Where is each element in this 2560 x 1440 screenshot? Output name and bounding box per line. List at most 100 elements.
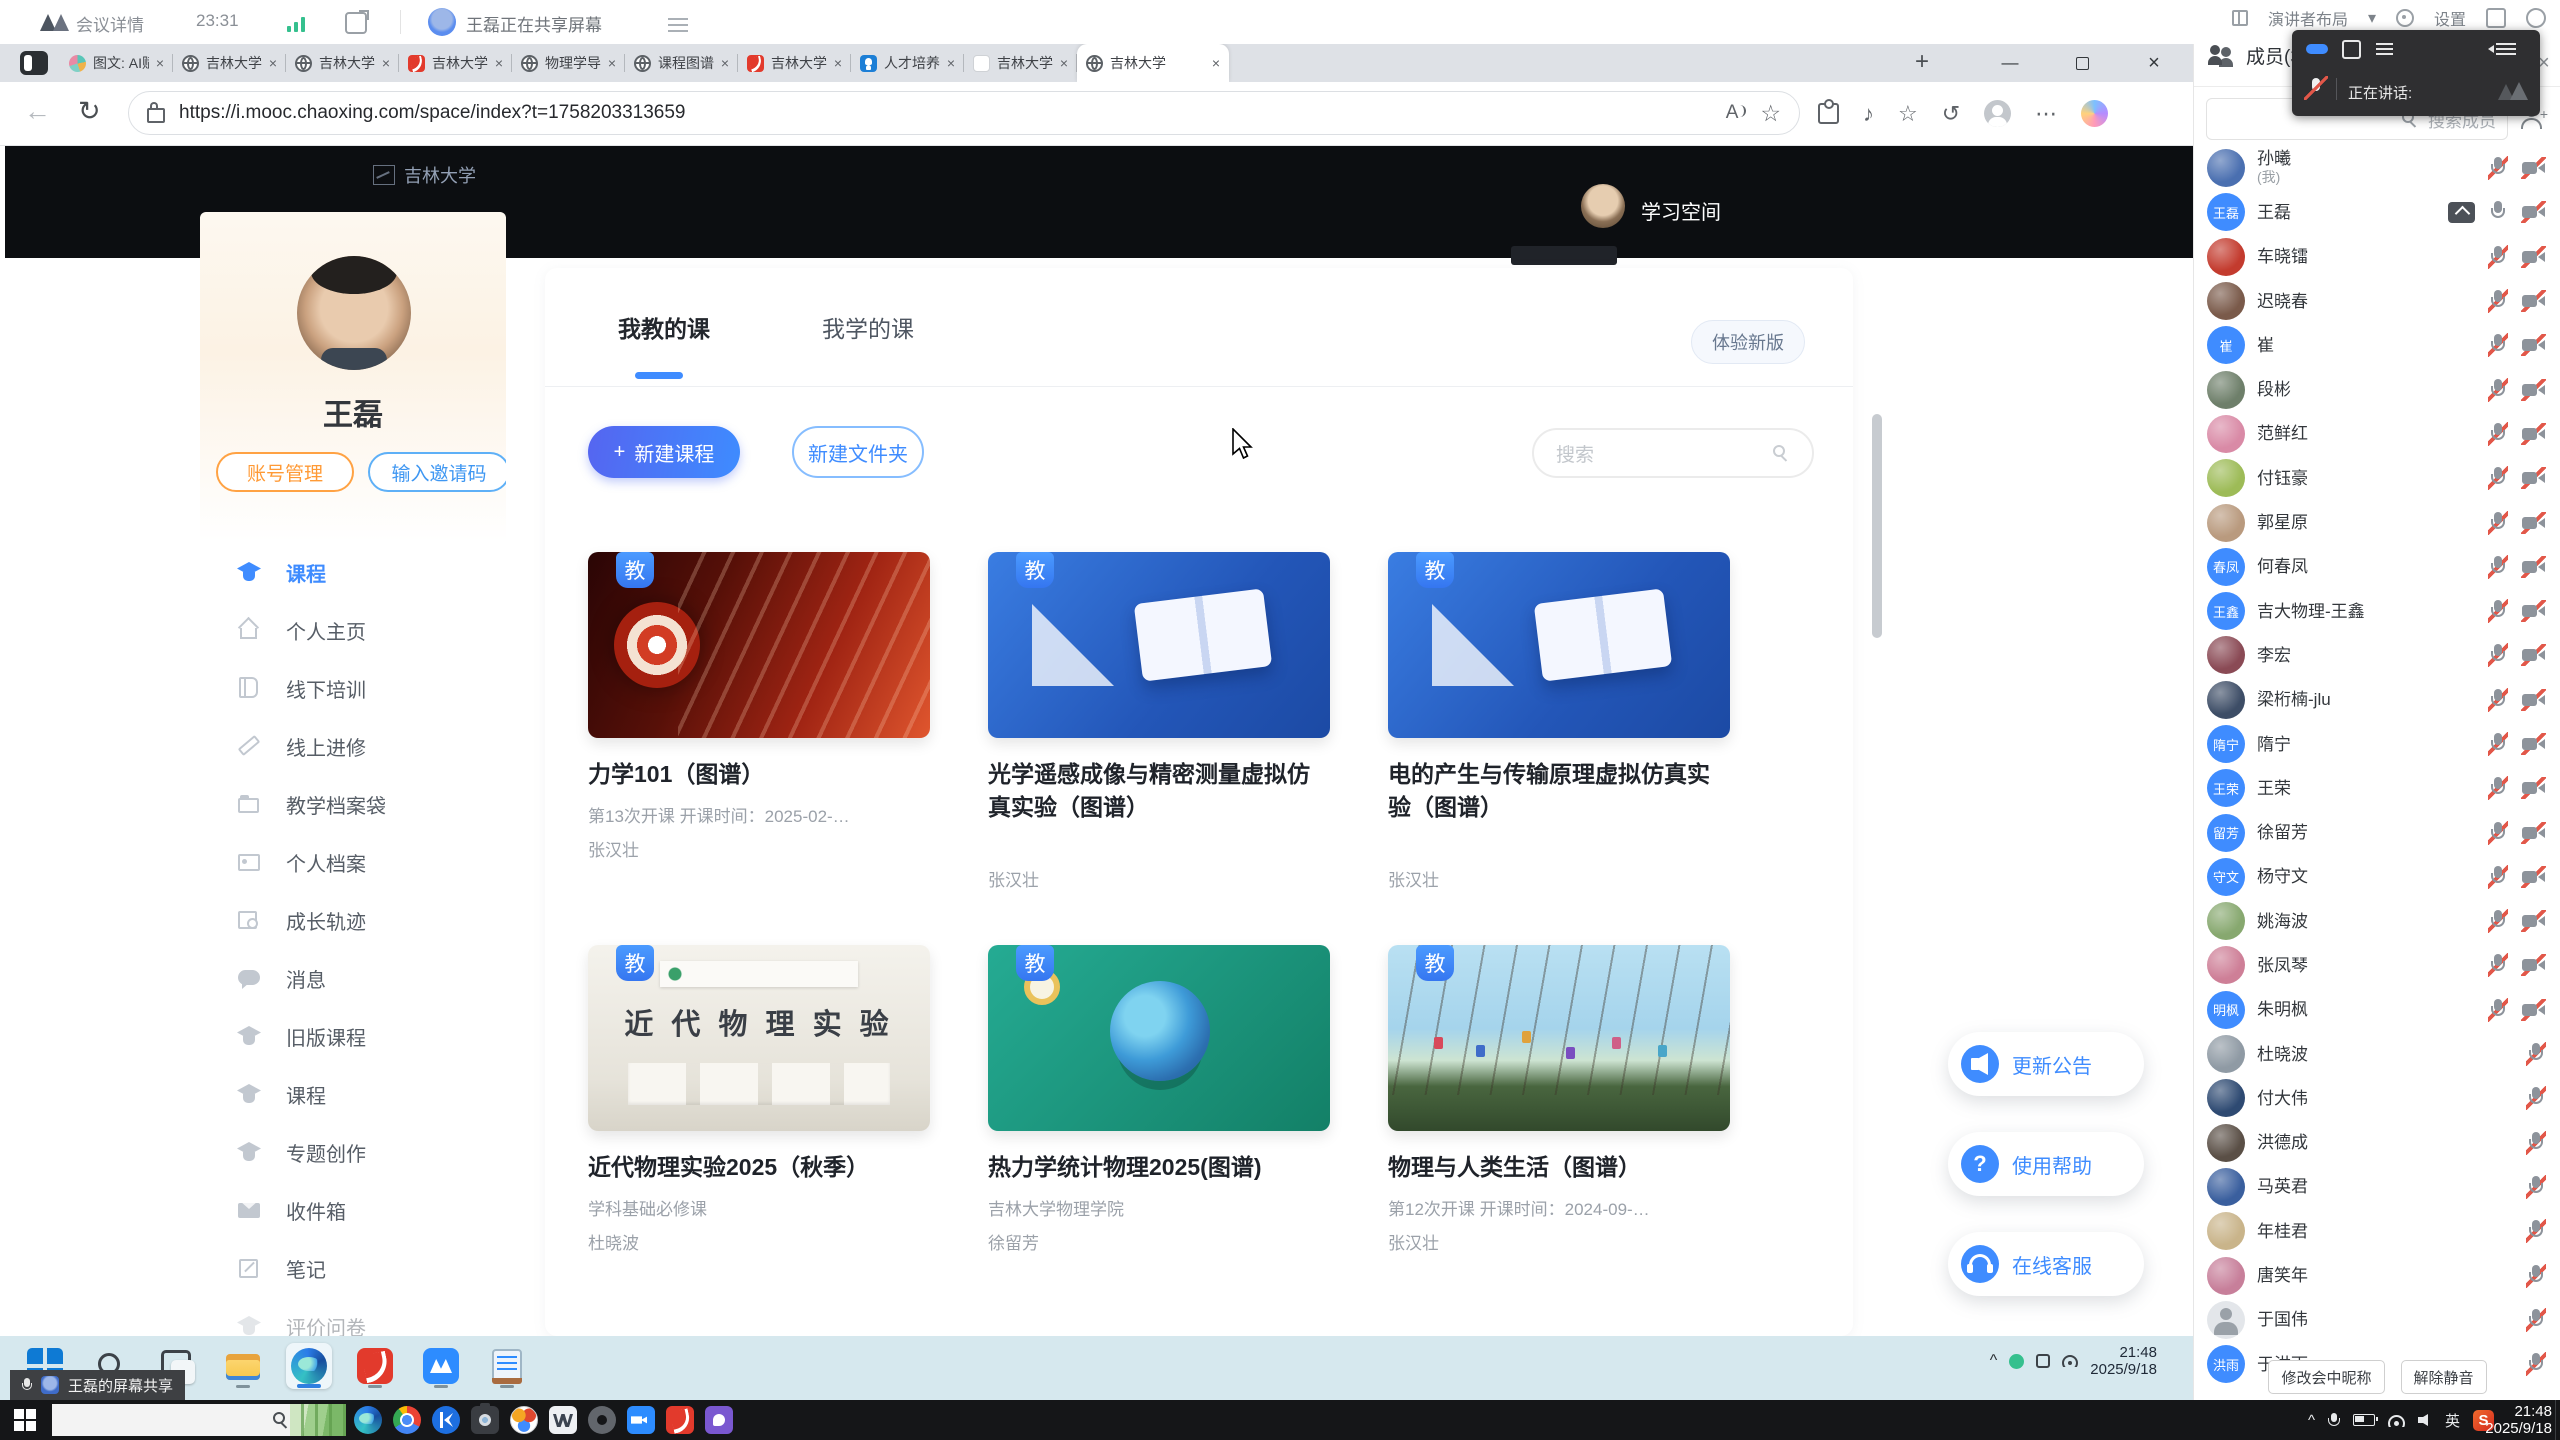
new-course-button[interactable]: + 新建课程 (588, 426, 740, 478)
read-aloud-icon[interactable]: A (1726, 102, 1747, 124)
sidebar-menu-item[interactable]: 消息 (200, 949, 506, 1007)
member-row[interactable]: 迟晓春 (2194, 279, 2560, 323)
member-row[interactable]: 王鑫 吉大物理-王鑫 (2194, 589, 2560, 633)
tray-expand-icon[interactable]: ^ (1990, 1352, 1998, 1370)
taskbar-app-icon[interactable] (393, 1406, 421, 1434)
taskbar-app-icon[interactable] (432, 1406, 460, 1434)
extensions-icon[interactable] (1818, 103, 1839, 124)
mic-muted-icon[interactable] (2488, 466, 2508, 490)
camera-muted-icon[interactable] (2521, 157, 2546, 179)
tab-close-icon[interactable]: × (608, 55, 616, 71)
user-avatar-small[interactable] (1581, 184, 1625, 228)
start-button-icon[interactable] (14, 1409, 36, 1431)
taskbar-app-icon[interactable] (471, 1406, 499, 1434)
camera-muted-icon[interactable] (2521, 954, 2546, 976)
member-row[interactable]: 姚海波 (2194, 899, 2560, 943)
sidebar-menu-item[interactable]: 个人主页 (200, 601, 506, 659)
mic-muted-icon[interactable] (2526, 1042, 2546, 1066)
browser-tab[interactable]: 图文: AI赋能 × (60, 44, 173, 82)
member-row[interactable]: 唐笑年 (2194, 1253, 2560, 1297)
browser-tab[interactable]: 吉林大学物理 × (399, 44, 512, 82)
taskbar-app-button[interactable] (352, 1343, 398, 1389)
course-cover-image[interactable]: 教 (1388, 945, 1730, 1131)
camera-muted-icon[interactable] (2521, 866, 2546, 888)
mic-muted-icon[interactable] (2488, 289, 2508, 313)
list-view-icon[interactable] (2376, 40, 2393, 55)
mic-muted-icon[interactable] (2488, 599, 2508, 623)
minimize-panel-icon[interactable] (2306, 44, 2328, 54)
media-icon[interactable]: ♪ (1863, 101, 1874, 127)
mic-muted-icon[interactable] (2488, 865, 2508, 889)
browser-tab[interactable]: 物理学导论 × (512, 44, 625, 82)
minimize-button[interactable]: — (1974, 44, 2046, 82)
copilot-icon[interactable] (2081, 100, 2108, 127)
sidebar-menu-item[interactable]: 线上进修 (200, 717, 506, 775)
camera-muted-icon[interactable] (2521, 246, 2546, 268)
sidebar-menu-item[interactable]: 个人档案 (200, 833, 506, 891)
try-new-version-button[interactable]: 体验新版 (1691, 320, 1805, 364)
member-row[interactable]: 崔 崔 (2194, 323, 2560, 367)
member-row[interactable]: 洪德成 (2194, 1121, 2560, 1165)
member-row[interactable]: 付钰豪 (2194, 456, 2560, 500)
sidebar-menu-item[interactable]: 专题创作 (200, 1123, 506, 1181)
wifi-icon[interactable] (2388, 1414, 2405, 1427)
mic-muted-icon[interactable] (2488, 732, 2508, 756)
course-title[interactable]: 力学101（图谱） (588, 758, 930, 791)
member-row[interactable]: 车晓镭 (2194, 235, 2560, 279)
course-card[interactable]: 教 热力学统计物理2025(图谱) 吉林大学物理学院 徐留芳 (988, 945, 1330, 1254)
browser-tab[interactable]: 吉林大学网络 × (964, 44, 1077, 82)
member-row[interactable]: 李宏 (2194, 633, 2560, 677)
window-icon[interactable] (2342, 40, 2361, 59)
member-row[interactable]: 张凤琴 (2194, 943, 2560, 987)
camera-muted-icon[interactable] (2521, 910, 2546, 932)
floating-action-button[interactable]: 在线客服 (1948, 1232, 2144, 1296)
mic-muted-icon[interactable] (2526, 1219, 2546, 1243)
course-title[interactable]: 物理与人类生活（图谱） (1388, 1151, 1730, 1184)
rename-button[interactable]: 修改会中昵称 (2268, 1360, 2384, 1394)
browser-tab[interactable]: 课程图谱 × (625, 44, 738, 82)
member-row[interactable]: 明枫 朱明枫 (2194, 988, 2560, 1032)
member-row[interactable]: 付大伟 (2194, 1076, 2560, 1120)
back-icon[interactable]: ← (24, 96, 51, 127)
member-row[interactable]: 年桂君 (2194, 1209, 2560, 1253)
device-icon[interactable] (2036, 1354, 2050, 1368)
share-screen-icon[interactable] (345, 12, 367, 34)
system-clock[interactable]: 21:48 2025/9/18 (2485, 1403, 2552, 1437)
mic-muted-icon[interactable] (2488, 156, 2508, 180)
course-card[interactable]: 教 光学遥感成像与精密测量虚拟仿真实验（图谱） 张汉壮 (988, 552, 1330, 891)
profile-avatar-icon[interactable] (1984, 100, 2011, 127)
member-row[interactable]: 郭星原 (2194, 500, 2560, 544)
tab-close-icon[interactable]: × (1212, 55, 1220, 71)
member-row[interactable]: 于国伟 (2194, 1298, 2560, 1342)
course-cover-image[interactable]: 教 (988, 552, 1330, 738)
learning-space-label[interactable]: 学习空间 (1641, 196, 1721, 225)
course-title[interactable]: 近代物理实验2025（秋季） (588, 1151, 930, 1184)
taskbar-app-icon[interactable] (588, 1406, 616, 1434)
member-row[interactable]: 王磊 王磊 (2194, 190, 2560, 234)
taskbar-app-button[interactable] (418, 1343, 464, 1389)
shared-clock[interactable]: 21:48 2025/9/18 (2090, 1344, 2157, 1378)
tray-expand-icon[interactable]: ^ (2308, 1412, 2315, 1429)
camera-muted-icon[interactable] (2521, 556, 2546, 578)
course-title[interactable]: 光学遥感成像与精密测量虚拟仿真实验（图谱） (988, 758, 1330, 824)
address-bar[interactable]: https://i.mooc.chaoxing.com/space/index?… (128, 91, 1800, 135)
course-cover-image[interactable]: 教 近 代 物 理 实 验 (588, 945, 930, 1131)
sidebar-menu-item[interactable]: 课程 (200, 543, 506, 601)
workspaces-icon[interactable] (20, 51, 48, 75)
course-title[interactable]: 电的产生与传输原理虚拟仿真实验（图谱） (1388, 758, 1730, 824)
camera-muted-icon[interactable] (2521, 379, 2546, 401)
camera-muted-icon[interactable] (2521, 290, 2546, 312)
tab-my-learning[interactable]: 我学的课 (822, 310, 914, 344)
course-cover-image[interactable]: 教 (588, 552, 930, 738)
taskbar-app-icon[interactable] (510, 1406, 538, 1434)
new-folder-button[interactable]: 新建文件夹 (792, 426, 924, 478)
course-card[interactable]: 教 近 代 物 理 实 验 近代物理实验2025（秋季） 学科基础必修课 杜晓波 (588, 945, 930, 1254)
mic-muted-icon[interactable] (2526, 1308, 2546, 1332)
sidebar-menu-item[interactable]: 收件箱 (200, 1181, 506, 1239)
mic-on-icon[interactable] (2488, 200, 2508, 224)
history-icon[interactable]: ↺ (1942, 101, 1960, 127)
mic-muted-icon[interactable] (2488, 643, 2508, 667)
profile-avatar[interactable] (297, 256, 411, 370)
collapse-panel-icon[interactable] (2496, 40, 2516, 55)
member-row[interactable]: 段彬 (2194, 367, 2560, 411)
